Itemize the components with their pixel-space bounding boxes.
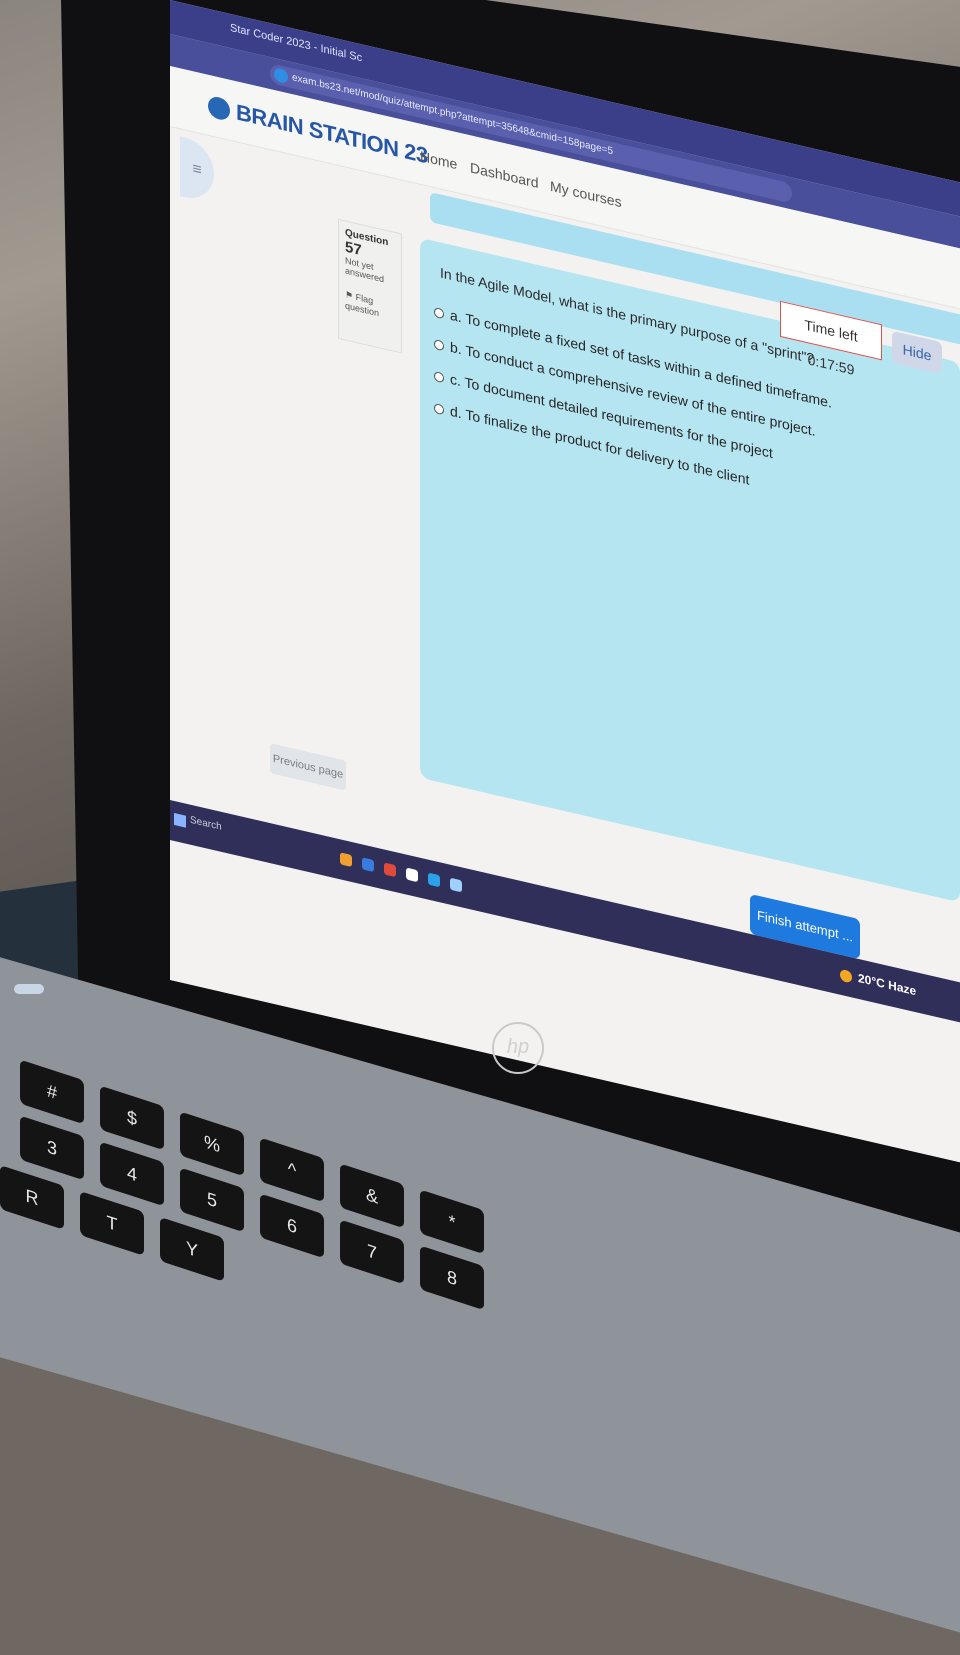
question-info: Question 57 Not yet answered ⚑ Flag ques… [338,218,402,354]
radio-icon[interactable] [434,371,444,384]
file-explorer-icon[interactable] [340,852,352,868]
flag-question-button[interactable]: ⚑ Flag question [345,289,395,322]
site-icon [274,67,288,85]
keyboard-key: 4 [100,1141,164,1207]
vscode-icon[interactable] [428,872,440,888]
keyboard-key: T [80,1190,144,1256]
taskbar-search[interactable]: Search [190,815,222,833]
keyboard-key: 6 [260,1193,324,1259]
nav-my-courses[interactable]: My courses [550,178,622,211]
laptop-screen: Star Coder 2023 - Initial Sc exam.bs23.n… [170,0,960,1170]
keyboard-key: 3 [20,1115,84,1181]
previous-page-button[interactable]: Previous page [270,743,346,791]
app-icon[interactable] [450,877,462,893]
hamburger-icon: ≡ [192,160,202,180]
radio-icon[interactable] [434,339,444,352]
brand-logo-icon [208,94,230,122]
drawer-toggle-button[interactable]: ≡ [180,136,214,205]
radio-icon[interactable] [434,403,444,416]
keyboard-key: Y [160,1216,224,1282]
nav-dashboard[interactable]: Dashboard [470,159,539,191]
app-icon[interactable] [406,867,418,883]
keyboard-key: 5 [180,1167,244,1233]
hp-logo: hp [492,1022,544,1074]
keyboard-key: R [0,1164,64,1230]
windows-start-icon[interactable] [174,812,186,828]
weather-icon [840,968,852,984]
app-icon[interactable] [384,862,396,878]
chrome-icon[interactable] [362,857,374,873]
radio-icon[interactable] [434,307,444,320]
keyboard-key: 8 [420,1245,484,1311]
system-tray: 20°C Haze [840,967,916,998]
keyboard-key: 7 [340,1219,404,1285]
power-button [14,984,44,994]
